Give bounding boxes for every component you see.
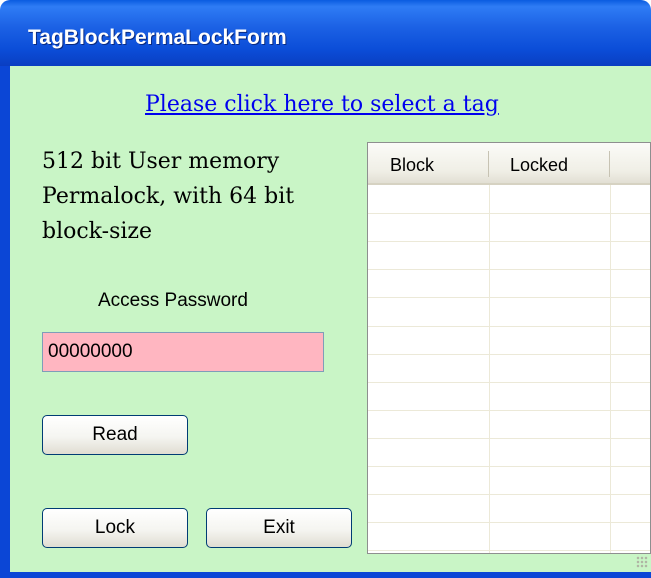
column-header-locked[interactable]: Locked <box>510 143 568 183</box>
grid-row-line <box>368 269 650 270</box>
grid-row-line <box>368 410 650 411</box>
grid-row-line <box>368 354 650 355</box>
window-frame-bottom <box>0 572 651 578</box>
block-lock-grid[interactable]: Block Locked <box>367 142 651 554</box>
grid-row-line <box>368 382 650 383</box>
column-header-block[interactable]: Block <box>390 143 434 183</box>
grid-body[interactable] <box>368 185 650 553</box>
grid-row-line <box>368 494 650 495</box>
window-title: TagBlockPermaLockForm <box>28 26 287 49</box>
grid-row-line <box>368 438 650 439</box>
memory-description-label: 512 bit User memory Permalock, with 64 b… <box>42 149 295 244</box>
resize-grip-icon[interactable] <box>636 556 648 568</box>
grid-column-line <box>489 185 490 553</box>
column-divider[interactable] <box>488 151 489 177</box>
access-password-input[interactable] <box>42 332 324 372</box>
access-password-label: Access Password <box>98 290 248 311</box>
grid-row-line <box>368 522 650 523</box>
grid-row-line <box>368 466 650 467</box>
grid-row-line <box>368 326 650 327</box>
grid-row-line <box>368 213 650 214</box>
grid-row-line <box>368 550 650 551</box>
grid-column-line <box>610 185 611 553</box>
tag-block-permalock-window: TagBlockPermaLockForm Please click here … <box>0 0 651 578</box>
title-bar[interactable]: TagBlockPermaLockForm <box>0 0 651 66</box>
exit-button[interactable]: Exit <box>206 508 352 548</box>
grid-row-line <box>368 297 650 298</box>
lock-button[interactable]: Lock <box>42 508 188 548</box>
grid-header: Block Locked <box>368 143 650 185</box>
read-button[interactable]: Read <box>42 415 188 455</box>
select-tag-link[interactable]: Please click here to select a tag <box>145 92 499 117</box>
window-frame-left <box>0 66 10 578</box>
grid-row-line <box>368 241 650 242</box>
column-divider[interactable] <box>609 151 610 177</box>
